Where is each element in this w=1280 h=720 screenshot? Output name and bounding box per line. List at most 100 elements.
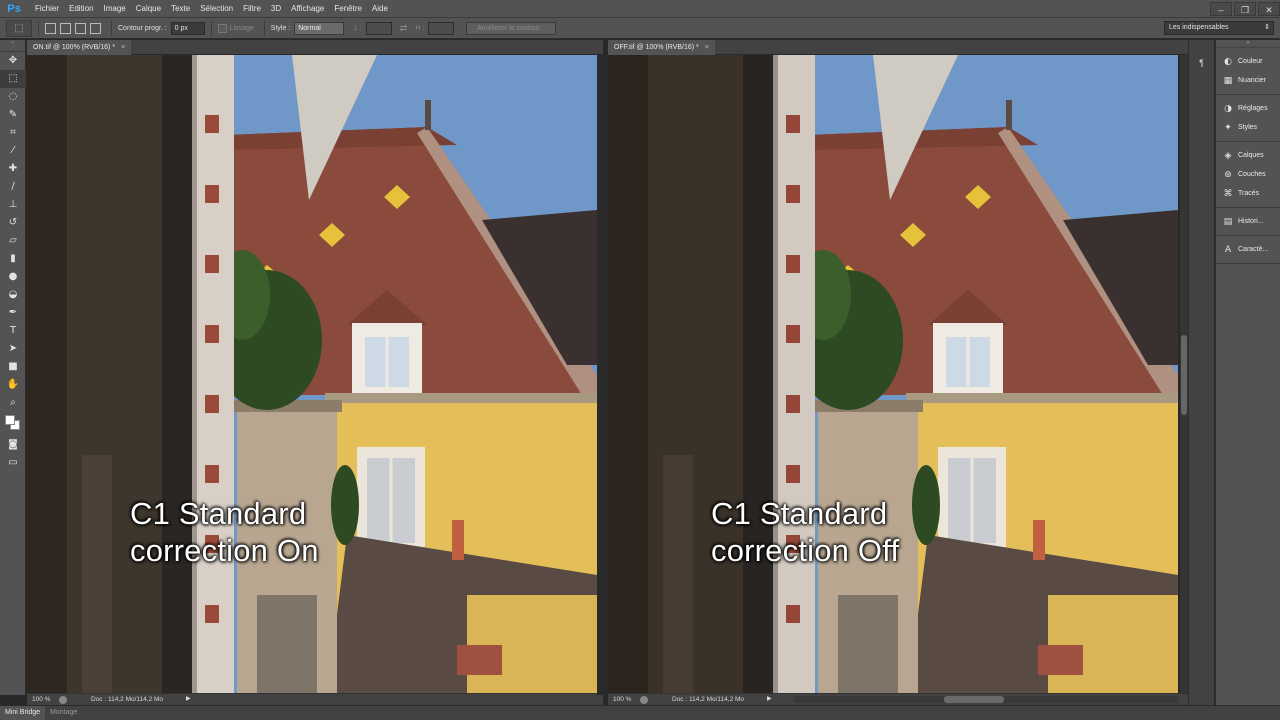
panel-historique[interactable]: ▤ Histori...: [1216, 212, 1280, 231]
swatches-grid-icon: ▦: [1223, 75, 1233, 86]
minimize-icon[interactable]: –: [1210, 2, 1232, 16]
menu-texte[interactable]: Texte: [166, 0, 195, 18]
gradient-tool-icon[interactable]: ▮: [0, 250, 26, 268]
menu-3d[interactable]: 3D: [266, 0, 286, 18]
tool-preset-picker[interactable]: ⬚: [6, 19, 32, 37]
healing-tool-icon[interactable]: ✚: [0, 160, 26, 178]
blur-tool-icon[interactable]: ●: [0, 268, 26, 286]
subtract-selection-icon[interactable]: [75, 22, 86, 34]
panel-nuancier[interactable]: ▦ Nuancier: [1216, 71, 1280, 90]
color-swatches: [0, 412, 26, 436]
dodge-tool-icon[interactable]: ◒: [0, 286, 26, 304]
intersect-selection-icon[interactable]: [90, 22, 101, 34]
status-info-icon[interactable]: [640, 695, 648, 704]
zoom-level[interactable]: 100 %: [608, 694, 636, 705]
tab-montage[interactable]: Montage: [45, 706, 82, 720]
eyedropper-tool-icon[interactable]: ⁄: [0, 142, 26, 160]
caption-overlay: C1 Standard correction Off: [711, 495, 899, 569]
workspace-select[interactable]: Les indispensables ⇕: [1164, 21, 1274, 35]
menu-fenetre[interactable]: Fenêtre: [329, 0, 367, 18]
type-tool-icon[interactable]: T: [0, 322, 26, 340]
horizontal-scroll-thumb[interactable]: [944, 696, 1004, 703]
panel-calques[interactable]: ◈ Calques: [1216, 146, 1280, 165]
paragraph-icon[interactable]: ¶: [1195, 56, 1209, 70]
status-bar: 100 % Doc : 114,2 Mo/114,2 Mo ▶: [608, 693, 1188, 705]
close-tab-icon[interactable]: ×: [705, 44, 709, 51]
canvas[interactable]: C1 Standard correction Off: [608, 55, 1178, 693]
antialias-checkbox[interactable]: [217, 23, 227, 33]
brush-tool-icon[interactable]: ∕: [0, 178, 26, 196]
document-tab-on[interactable]: ON.tif @ 100% (RVB/16) * ×: [27, 40, 132, 55]
menu-selection[interactable]: Sélection: [195, 0, 238, 18]
horizontal-scrollbar[interactable]: [794, 696, 1178, 703]
lasso-tool-icon[interactable]: ◌: [0, 88, 26, 106]
crop-tool-icon[interactable]: ⌗: [0, 124, 26, 142]
tab-mini-bridge[interactable]: Mini Bridge: [0, 706, 46, 720]
status-bar: 100 % Doc : 114,2 Mo/114,2 Mo ▶: [27, 693, 603, 705]
width-input[interactable]: [365, 21, 392, 35]
collapsed-panel-dock: ¶: [1188, 40, 1214, 705]
quick-select-tool-icon[interactable]: ✎: [0, 106, 26, 124]
status-menu-arrow-icon[interactable]: ▶: [767, 694, 772, 705]
history-brush-tool-icon[interactable]: ↺: [0, 214, 26, 232]
shape-tool-icon[interactable]: ■: [0, 358, 26, 376]
close-icon[interactable]: ✕: [1258, 2, 1280, 16]
style-select[interactable]: Normal: [294, 21, 345, 35]
marquee-tool-icon[interactable]: ⬚: [0, 70, 26, 88]
caption-line-1: C1 Standard: [711, 496, 888, 531]
menu-aide[interactable]: Aide: [367, 0, 393, 18]
foreground-color-swatch[interactable]: [5, 415, 15, 425]
stamp-tool-icon[interactable]: ⊥: [0, 196, 26, 214]
panel-styles[interactable]: ✦ Styles: [1216, 118, 1280, 137]
document-tab-bar: OFF.tif @ 100% (RVB/16) * ×: [608, 40, 1188, 55]
height-input[interactable]: [428, 21, 455, 35]
swap-icon[interactable]: ⇄: [400, 23, 408, 34]
add-selection-icon[interactable]: [60, 22, 71, 34]
style-label: Style :: [270, 24, 291, 32]
panel-traces[interactable]: ⌘ Tracés: [1216, 184, 1280, 203]
panel-label: Couleur: [1238, 58, 1263, 65]
separator: [210, 20, 212, 36]
menu-calque[interactable]: Calque: [131, 0, 166, 18]
panel-reglages[interactable]: ◑ Réglages: [1216, 99, 1280, 118]
panel-dock-grip[interactable]: «: [1216, 40, 1280, 48]
hand-tool-icon[interactable]: ✋: [0, 376, 26, 394]
document-tab-off[interactable]: OFF.tif @ 100% (RVB/16) * ×: [608, 40, 715, 55]
new-selection-icon[interactable]: [45, 22, 56, 34]
menu-affichage[interactable]: Affichage: [286, 0, 329, 18]
panel-couleur[interactable]: ◐ Couleur: [1216, 52, 1280, 71]
quick-mask-icon[interactable]: ◙: [0, 436, 26, 454]
menu-fichier[interactable]: Fichier: [30, 0, 64, 18]
screen-mode-icon[interactable]: ▭: [0, 454, 26, 472]
panel-caractere[interactable]: A Caractè...: [1216, 240, 1280, 259]
zoom-tool-icon[interactable]: ⌕: [0, 394, 26, 412]
menu-image[interactable]: Image: [98, 0, 130, 18]
toolbar-grip[interactable]: »: [0, 40, 25, 52]
status-menu-arrow-icon[interactable]: ▶: [186, 694, 191, 705]
caption-line-2: correction Off: [711, 533, 900, 568]
photo-street-on: [27, 55, 597, 693]
panel-label: Histori...: [1238, 218, 1264, 225]
feather-input[interactable]: 0 px: [170, 21, 205, 35]
menu-edition[interactable]: Edition: [64, 0, 98, 18]
vertical-scrollbar[interactable]: [1180, 55, 1188, 693]
restore-icon[interactable]: ❐: [1234, 2, 1256, 16]
menu-bar: Ps Fichier Edition Image Calque Texte Sé…: [0, 0, 1280, 18]
antialias-label: Lissage: [229, 24, 254, 32]
path-select-tool-icon[interactable]: ➤: [0, 340, 26, 358]
document-window-on: ON.tif @ 100% (RVB/16) * × C1 Standard c…: [27, 40, 603, 705]
panel-group-adjust: ◑ Réglages ✦ Styles: [1216, 95, 1280, 142]
move-tool-icon[interactable]: ✥: [0, 52, 26, 70]
style-value: Normal: [298, 24, 321, 32]
canvas[interactable]: C1 Standard correction On: [27, 55, 597, 693]
refine-edge-button[interactable]: Améliorer le contour...: [466, 21, 557, 35]
menu-filtre[interactable]: Filtre: [238, 0, 266, 18]
eraser-tool-icon[interactable]: ▱: [0, 232, 26, 250]
close-tab-icon[interactable]: ×: [121, 44, 125, 51]
status-info-icon[interactable]: [59, 695, 67, 704]
pen-tool-icon[interactable]: ✒: [0, 304, 26, 322]
vertical-scroll-thumb[interactable]: [1181, 335, 1187, 415]
panel-couches[interactable]: ⊛ Couches: [1216, 165, 1280, 184]
zoom-level[interactable]: 100 %: [27, 694, 55, 705]
caption-line-1: C1 Standard: [130, 496, 307, 531]
